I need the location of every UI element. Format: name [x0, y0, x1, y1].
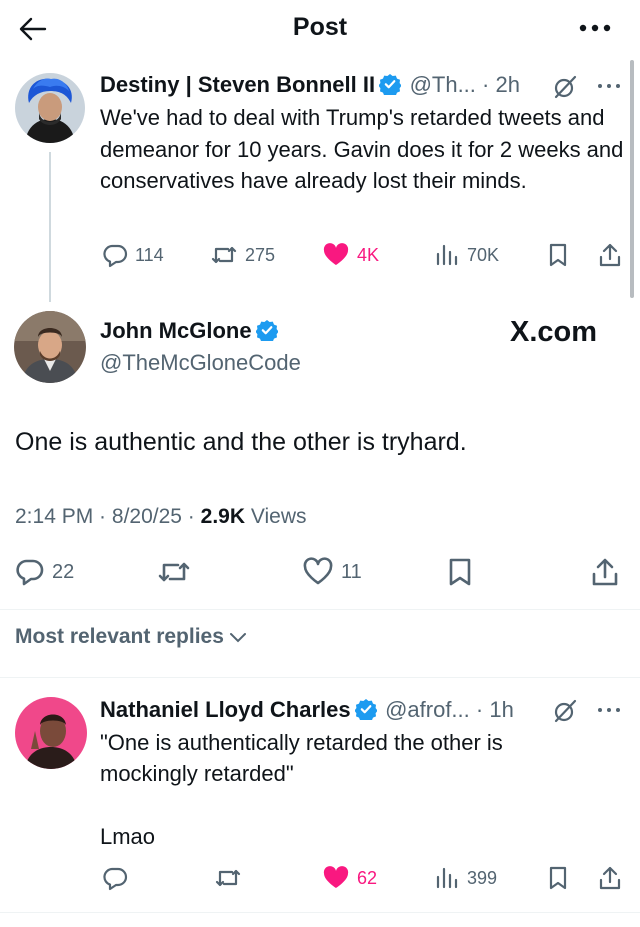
- chevron-down-icon: [229, 633, 246, 643]
- avatar[interactable]: [14, 311, 86, 383]
- tweet-time: 1h: [489, 697, 514, 722]
- thread-connector-line: [49, 152, 51, 302]
- more-options-icon[interactable]: [578, 18, 612, 38]
- tweet-date: 8/20/25: [111, 505, 182, 528]
- like-button[interactable]: 4K: [322, 242, 379, 268]
- reply-tweet-header: Nathaniel Lloyd Charles @afrof... · 1h: [100, 697, 514, 722]
- divider: [0, 912, 640, 913]
- reply-button[interactable]: 114: [102, 242, 164, 268]
- reply-icon: [103, 244, 128, 268]
- like-button[interactable]: 11: [302, 557, 362, 587]
- verified-badge-icon: [354, 698, 377, 720]
- repost-icon[interactable]: [157, 557, 191, 587]
- author-handle[interactable]: @afrof...: [385, 697, 470, 722]
- tweet-text-line-3: Lmao: [100, 824, 156, 849]
- bookmark-icon[interactable]: [546, 865, 570, 891]
- parent-tweet-header: Destiny | Steven Bonnell II @Th... · 2h: [100, 72, 520, 97]
- x-com-watermark: X.com: [510, 316, 598, 348]
- reply-count: 22: [52, 560, 75, 583]
- reply-button[interactable]: 22: [15, 557, 74, 587]
- repost-count: 275: [245, 244, 276, 265]
- tweet-text-line-2: mockingly retarded": [100, 761, 294, 786]
- bookmark-icon[interactable]: [446, 557, 474, 587]
- reply-icon: [16, 559, 44, 586]
- main-tweet-author: John McGlone: [100, 318, 278, 344]
- heart-icon: [303, 557, 333, 585]
- divider: [0, 677, 640, 678]
- like-count: 62: [357, 867, 378, 888]
- author-handle[interactable]: @Th...: [410, 72, 476, 97]
- tweet-time: 2h: [495, 72, 520, 97]
- tweet-metadata: 2:14 PM · 8/20/25 · 2.9K Views: [15, 505, 307, 528]
- replies-sort-label: Most relevant replies: [15, 625, 224, 648]
- repost-button[interactable]: 275: [210, 242, 275, 268]
- divider: [0, 609, 640, 610]
- heart-filled-icon: [323, 243, 349, 265]
- replies-sort-dropdown[interactable]: Most relevant replies: [15, 625, 248, 649]
- avatar[interactable]: [15, 73, 85, 143]
- views-button[interactable]: 399: [434, 865, 497, 891]
- share-icon[interactable]: [597, 864, 623, 892]
- author-name[interactable]: Destiny | Steven Bonnell II: [100, 72, 375, 97]
- tweet-text-line-1: "One is authentically retarded the other…: [100, 730, 503, 755]
- view-count: 70K: [467, 244, 500, 265]
- more-options-icon[interactable]: [596, 80, 622, 92]
- more-options-icon[interactable]: [596, 704, 622, 716]
- scrollbar[interactable]: [630, 60, 634, 298]
- author-name[interactable]: John McGlone: [100, 318, 252, 343]
- views-button[interactable]: 70K: [434, 242, 499, 268]
- reply-icon[interactable]: [102, 865, 128, 891]
- heart-filled-icon: [323, 866, 349, 888]
- views-icon: [436, 867, 458, 889]
- repost-icon[interactable]: [214, 865, 242, 891]
- top-bar: Post: [0, 0, 640, 56]
- bookmark-icon[interactable]: [546, 242, 570, 268]
- like-button[interactable]: 62: [322, 865, 377, 891]
- tweet-text: One is authentic and the other is tryhar…: [15, 428, 467, 456]
- verified-badge-icon: [379, 73, 402, 95]
- avatar[interactable]: [15, 697, 87, 769]
- reply-count: 114: [135, 244, 164, 265]
- like-count: 11: [341, 560, 362, 583]
- share-icon[interactable]: [597, 241, 623, 269]
- views-label: Views: [250, 505, 307, 528]
- grok-icon[interactable]: [552, 698, 578, 724]
- grok-icon[interactable]: [552, 74, 578, 100]
- tweet-time: 2:14 PM: [15, 505, 94, 528]
- view-count: 399: [467, 867, 498, 888]
- tweet-text: We've had to deal with Trump's retarded …: [100, 105, 624, 193]
- view-count: 2.9K: [200, 505, 245, 528]
- page-title: Post: [292, 13, 348, 41]
- repost-icon: [211, 246, 237, 264]
- like-count: 4K: [357, 244, 380, 265]
- author-name[interactable]: Nathaniel Lloyd Charles: [100, 697, 351, 722]
- share-icon[interactable]: [590, 556, 620, 588]
- verified-badge-icon: [255, 319, 278, 341]
- author-handle[interactable]: @TheMcGloneCode: [100, 350, 301, 376]
- views-icon: [436, 244, 458, 266]
